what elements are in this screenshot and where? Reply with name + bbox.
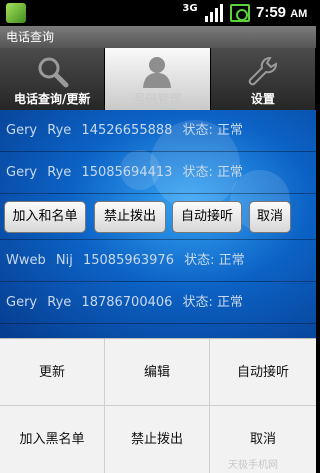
clock-time: 7:59 [256, 4, 287, 21]
network-type: 3G [182, 3, 198, 14]
contact-status: 状态: 正常 [182, 165, 244, 180]
tab-label: 电话查询/更新 [13, 92, 91, 106]
contact-last-name: Rye [47, 123, 72, 138]
menu-update[interactable]: 更新 [0, 339, 105, 406]
list-item[interactable]: Wweb Nij 15085963976 状态: 正常 [0, 240, 316, 282]
clock-ampm: AM [290, 8, 308, 20]
contact-list: Gery Rye 14526655888 状态: 正常 Gery Rye 150… [0, 110, 316, 338]
list-item[interactable]: Gery Rye 14526655888 状态: 正常 [0, 110, 316, 152]
contact-last-name: Rye [47, 165, 72, 180]
menu-edit[interactable]: 编辑 [105, 339, 210, 406]
contact-last-name: Nij [55, 253, 73, 268]
network-3g-icon: 3G [179, 4, 201, 22]
menu-auto-answer[interactable]: 自动接听 [210, 339, 316, 406]
signal-icon [205, 4, 225, 22]
contact-status: 状态: 正常 [184, 253, 245, 268]
contact-status: 状态: 正常 [182, 123, 244, 138]
contact-status: 状态: 正常 [182, 295, 244, 310]
cancel-button[interactable]: 取消 [249, 201, 291, 233]
contact-phone: 15085963976 [82, 253, 174, 268]
app-title: 电话查询 [6, 30, 55, 44]
tab-settings[interactable]: 设置 [210, 48, 316, 110]
menu-add-blacklist[interactable]: 加入黑名单 [0, 406, 105, 473]
tab-phone-query[interactable]: 电话查询/更新 [0, 48, 106, 110]
tab-number-management[interactable]: 号码管理 [105, 48, 211, 110]
tab-label: 设置 [250, 92, 275, 106]
contact-first-name: Gery [6, 165, 38, 180]
contact-first-name: Wweb [6, 253, 46, 268]
battery-icon [230, 4, 250, 22]
person-icon [143, 57, 172, 88]
contact-first-name: Gery [6, 295, 38, 310]
auto-answer-button[interactable]: 自动接听 [172, 201, 242, 233]
app-title-bar: 电话查询 [0, 26, 316, 48]
search-icon [38, 57, 69, 88]
row-action-bar: 加入和名单 禁止拨出 自动接听 取消 [0, 194, 316, 240]
block-call-button[interactable]: 禁止拨出 [94, 201, 166, 233]
tab-label: 号码管理 [133, 92, 182, 106]
contact-phone: 14526655888 [81, 123, 173, 138]
list-item[interactable]: Gery Rye 18786700406 状态: 正常 [0, 282, 316, 324]
app-icon [6, 3, 26, 23]
status-bar: 3G 7:59 AM [0, 0, 316, 26]
contact-phone: 18786700406 [81, 295, 173, 310]
add-list-button[interactable]: 加入和名单 [4, 201, 86, 233]
options-menu: 更新 编辑 自动接听 加入黑名单 禁止拨出 取消 [0, 338, 316, 473]
watermark: 天极手机网 [228, 460, 278, 471]
contact-last-name: Rye [47, 295, 72, 310]
tab-bar: 电话查询/更新 号码管理 设置 [0, 48, 316, 110]
menu-block-call[interactable]: 禁止拨出 [105, 406, 210, 473]
contact-first-name: Gery [6, 123, 38, 138]
clock: 7:59 AM [256, 4, 307, 21]
wrench-icon [248, 57, 277, 86]
contact-phone: 15085694413 [81, 165, 173, 180]
list-item[interactable]: Gery Rye 15085694413 状态: 正常 [0, 152, 316, 194]
